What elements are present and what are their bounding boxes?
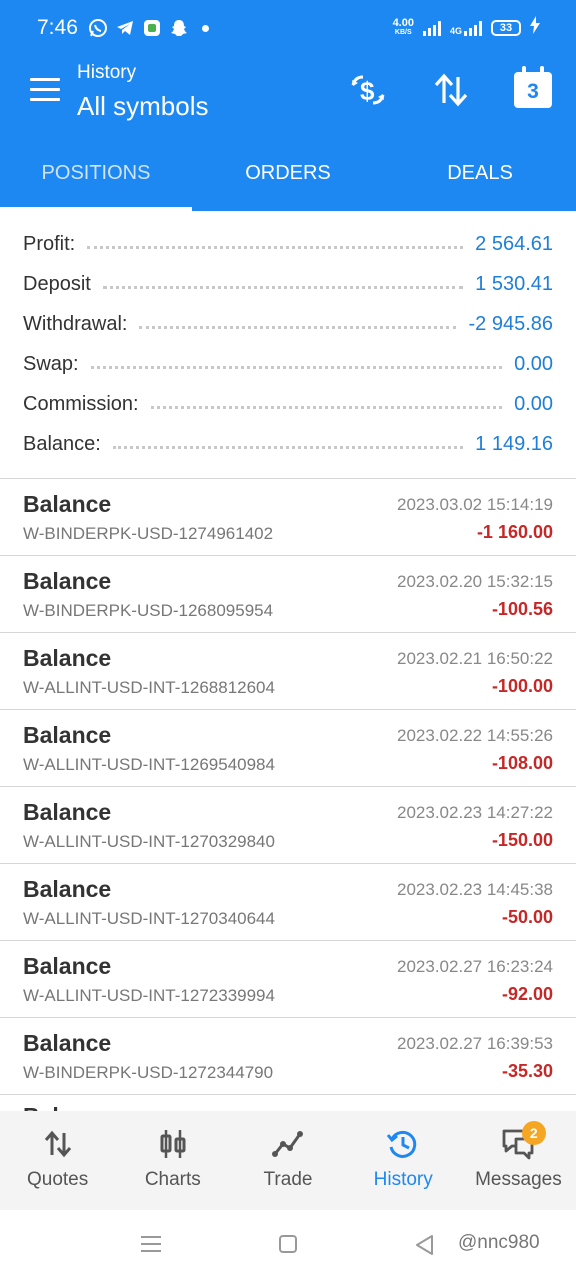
battery-icon: 33 <box>491 19 521 36</box>
menu-icon[interactable] <box>30 78 60 102</box>
tab-orders[interactable]: ORDERS <box>192 134 384 211</box>
recent-apps-icon[interactable] <box>140 1234 162 1259</box>
deal-row[interactable]: Balance W-ALLINT-USD-INT-1268812604 2023… <box>0 633 576 710</box>
system-nav-bar: @nnc980 <box>0 1210 576 1280</box>
page-title[interactable]: All symbols <box>77 91 208 122</box>
deals-list: Balance W-BINDERPK-USD-1274961402 2023.0… <box>0 479 576 1095</box>
deal-row[interactable]: Balance W-BINDERPK-USD-1268095954 2023.0… <box>0 556 576 633</box>
history-summary: Profit: 2 564.61 Deposit 1 530.41 Withdraw… <box>0 224 576 464</box>
summary-row-balance: Balance: 1 149.16 <box>23 432 553 455</box>
deal-row[interactable]: Balance W-BINDERPK-USD-1272344790 2023.0… <box>0 1018 576 1095</box>
system-indicators: 4.00 KB/S 4G 33 <box>393 16 540 39</box>
cell-signal-icon: 4G <box>450 20 482 36</box>
more-notifications-dot <box>202 24 209 32</box>
deal-row[interactable]: Balance W-ALLINT-USD-INT-1269540984 2023… <box>0 710 576 787</box>
tab-positions[interactable]: POSITIONS <box>0 134 192 211</box>
calendar-icon[interactable]: 3 <box>511 66 555 110</box>
status-time: 7:46 <box>37 16 78 39</box>
candlestick-icon <box>115 1111 230 1161</box>
wifi-signal-icon <box>422 20 441 36</box>
messages-icon <box>461 1111 576 1161</box>
calendar-day: 3 <box>514 66 552 108</box>
deal-row[interactable]: Balance W-BINDERPK-USD-1274961402 2023.0… <box>0 479 576 556</box>
nav-history[interactable]: History <box>346 1111 461 1210</box>
deal-row[interactable]: Balance W-ALLINT-USD-INT-1270340644 2023… <box>0 864 576 941</box>
watermark: @nnc980 <box>458 1232 540 1253</box>
tab-deals[interactable]: DEALS <box>384 134 576 211</box>
deal-row[interactable]: Balance W-ALLINT-USD-INT-1272339994 2023… <box>0 941 576 1018</box>
messages-badge: 2 <box>521 1121 546 1145</box>
notification-icons <box>88 18 209 38</box>
summary-row-withdrawal: Withdrawal: -2 945.86 <box>23 312 553 335</box>
app-notification-icon <box>142 18 162 38</box>
app-bar: History All symbols $ 3 <box>0 58 576 134</box>
summary-row-profit: Profit: 2 564.61 <box>23 232 553 255</box>
deal-row-partial[interactable]: Balance <box>23 1103 111 1111</box>
summary-row-swap: Swap: 0.00 <box>23 352 553 375</box>
page-subtitle: History <box>77 62 137 83</box>
trade-line-icon <box>230 1111 345 1161</box>
svg-text:$: $ <box>360 76 375 106</box>
nav-messages[interactable]: Messages 2 <box>461 1111 576 1210</box>
status-bar: 7:46 4.00 KB/S 4G 33 <box>0 0 576 58</box>
history-clock-icon <box>346 1111 461 1161</box>
home-icon[interactable] <box>278 1234 298 1259</box>
deal-row[interactable]: Balance W-ALLINT-USD-INT-1270329840 2023… <box>0 787 576 864</box>
quotes-arrows-icon <box>0 1111 115 1161</box>
sort-icon[interactable] <box>429 70 473 110</box>
net-speed: 4.00 KB/S <box>392 16 414 36</box>
nav-charts[interactable]: Charts <box>115 1111 230 1210</box>
whatsapp-icon <box>88 18 108 38</box>
summary-row-commission: Commission: 0.00 <box>23 392 553 415</box>
bottom-nav: Quotes Charts Trade History Messages 2 <box>0 1111 576 1210</box>
deposit-withdraw-icon[interactable]: $ <box>346 70 390 110</box>
telegram-icon <box>115 18 135 38</box>
nav-quotes[interactable]: Quotes <box>0 1111 115 1210</box>
charging-icon <box>530 16 540 39</box>
back-icon[interactable] <box>414 1234 434 1261</box>
nav-trade[interactable]: Trade <box>230 1111 345 1210</box>
snapchat-icon <box>169 18 189 38</box>
summary-row-deposit: Deposit 1 530.41 <box>23 272 553 295</box>
tab-bar: POSITIONS ORDERS DEALS <box>0 134 576 211</box>
